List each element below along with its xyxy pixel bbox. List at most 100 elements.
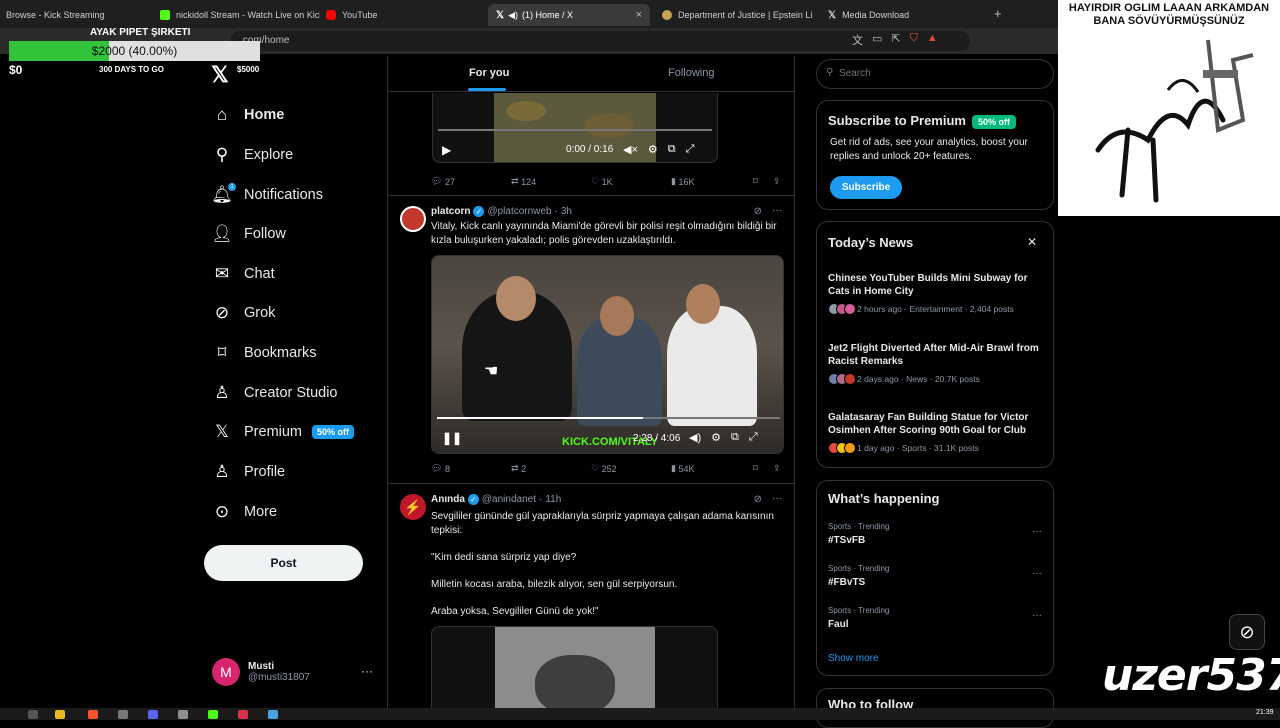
nav-item-explore[interactable]: ⚲ Explore [210,140,293,170]
post-author-name[interactable]: Anında [431,494,465,505]
post-author-handle[interactable]: @anindanet [482,494,536,505]
nav-item-premium[interactable]: 𝕏 Premium 50% off [210,417,355,447]
creator-icon: ♙ [214,383,230,402]
views-button[interactable]: ▮ 16K [671,176,753,187]
post-author-handle[interactable]: @platcornweb [487,206,551,217]
tab-following[interactable]: Following [668,67,714,79]
trend-item[interactable]: Sports · Trending #TSvFB ··· [828,522,1042,546]
nav-label: Notifications [244,187,323,203]
pause-icon[interactable]: ❚❚ [442,431,462,445]
app-icon[interactable] [268,710,278,719]
search-input[interactable]: ⚲ Search [816,59,1054,89]
post-video[interactable]: ▶ 0:00 / 0:16 ◀× ⚙ ⧉ ⤢ [432,93,718,163]
views-icon: ▮ [671,463,676,473]
nav-item-follow[interactable]: 👤︎ Follow [210,219,286,249]
show-more-link[interactable]: Show more [828,653,879,664]
pip-icon[interactable]: ⧉ [731,431,739,444]
repost-button[interactable]: ⇄ 124 [511,176,591,187]
post-video[interactable] [431,626,718,720]
volume-icon[interactable]: ◀) [689,431,701,444]
share-icon[interactable]: ⇱ [891,32,900,48]
nav-item-profile[interactable]: ♙ Profile [210,457,285,487]
tab-for-you[interactable]: For you [469,67,509,79]
tab-doj[interactable]: Department of Justice | Epstein Libra [662,4,812,26]
post-avatar[interactable] [400,206,426,232]
nav-item-creator-studio[interactable]: ♙ Creator Studio [210,378,337,408]
like-button[interactable]: ♡ 1K [591,176,671,187]
trend-more-icon[interactable]: ··· [1032,610,1042,621]
tab-kick-stream[interactable]: nickidoll Stream - Watch Live on Kick [160,4,320,26]
nav-item-bookmarks[interactable]: ⌑ Bookmarks [210,338,317,368]
account-more-icon[interactable]: ··· [361,664,373,678]
new-tab-button[interactable]: + [994,6,1002,21]
trend-more-icon[interactable]: ··· [1032,526,1042,537]
account-switcher[interactable]: M Musti @musti31807 [212,658,310,686]
nav-item-grok[interactable]: ⊘ Grok [210,298,276,328]
search-icon[interactable] [28,710,38,719]
like-button[interactable]: ♡ 252 [591,463,671,474]
fullscreen-icon[interactable]: ⤢ [749,431,758,444]
post-button[interactable]: Post [204,545,363,581]
file-explorer-icon[interactable] [55,710,65,719]
app-icon[interactable] [238,710,248,719]
brave-icon[interactable] [88,710,98,719]
reply-button[interactable]: 💬︎ 27 [431,176,511,187]
nav-item-chat[interactable]: ✉ Chat [210,259,275,289]
tab-kick-browse[interactable]: Browse - Kick Streaming [6,4,151,26]
app-icon[interactable] [118,710,128,719]
brave-shield-icon[interactable]: ⛉ [910,32,918,48]
bell-icon: 🔔︎ 1 [210,183,236,207]
post-time[interactable]: 3h [561,206,572,217]
tab-x-home[interactable]: 𝕏 ◀) (1) Home / X × [488,4,650,26]
bookmark-icon[interactable]: ⌑ [753,176,773,187]
close-tab-icon[interactable]: × [636,9,642,21]
fullscreen-icon[interactable]: ⤢ [686,143,695,156]
views-button[interactable]: ▮ 54K [671,463,753,474]
brave-rewards-icon[interactable]: ▲ [927,32,938,48]
trend-more-icon[interactable]: ··· [1032,568,1042,579]
post-video[interactable]: KICK.COM/VITALY ❚❚ 2:28 / 4:06 ◀) ⚙ ⧉ ⤢ … [431,255,784,454]
video-progress-bar[interactable] [437,417,780,419]
post-more-icon[interactable]: ··· [772,493,782,504]
video-progress-bar[interactable] [438,129,712,131]
settings-icon[interactable]: ⚙ [648,143,658,156]
grok-icon[interactable]: ⊘ [754,494,762,505]
news-item[interactable]: Galatasaray Fan Building Statue for Vict… [828,411,1042,454]
cast-icon[interactable]: ▭ [872,32,882,48]
tab-youtube[interactable]: YouTube [326,4,476,26]
reply-button[interactable]: 💬︎ 8 [431,463,511,474]
settings-icon[interactable]: ⚙ [711,431,721,444]
trend-item[interactable]: Sports · Trending Faul ··· [828,606,1042,630]
discord-icon[interactable] [148,710,158,719]
post-avatar[interactable]: ⚡ [400,494,426,520]
nav-item-more[interactable]: ⊙ More [210,497,277,527]
bookmark-icon[interactable]: ⌑ [753,463,773,474]
trend-item[interactable]: Sports · Trending #FBvTS ··· [828,564,1042,588]
share-icon[interactable]: ⇪ [773,463,781,474]
post-more-icon[interactable]: ··· [772,205,782,216]
post-text-paragraph: "Kim dedi sana sürpriz yap diye? [431,552,577,563]
news-item[interactable]: Jet2 Flight Diverted After Mid-Air Brawl… [828,342,1042,385]
tab-media-download[interactable]: 𝕏 Media Download [828,4,978,26]
close-icon[interactable]: ✕ [1027,235,1037,249]
nav-item-notifications[interactable]: 🔔︎ 1 Notifications [210,180,323,210]
kick-icon[interactable] [208,710,218,719]
pip-icon[interactable]: ⧉ [668,143,676,156]
steam-icon[interactable] [178,710,188,719]
post-author-name[interactable]: platcorn [431,206,470,217]
play-icon[interactable]: ▶ [442,143,451,157]
translate-icon[interactable]: 文 [852,32,863,48]
x-logo-icon[interactable]: 𝕏 [211,62,229,88]
mute-icon[interactable]: ◀× [623,143,638,156]
nav-item-home[interactable]: ⌂ Home [210,100,284,130]
news-item[interactable]: Chinese YouTuber Builds Mini Subway for … [828,272,1042,315]
grok-icon[interactable]: ⊘ [1229,614,1265,650]
search-placeholder: Search [839,68,871,79]
repost-button[interactable]: ⇄ 2 [511,463,591,474]
grok-icon[interactable]: ⊘ [754,206,762,217]
post-time[interactable]: 11h [545,494,561,505]
search-icon: ⚲ [215,145,229,164]
profile-icon: ♙ [214,462,230,481]
subscribe-button[interactable]: Subscribe [830,176,902,199]
share-icon[interactable]: ⇪ [773,176,781,187]
